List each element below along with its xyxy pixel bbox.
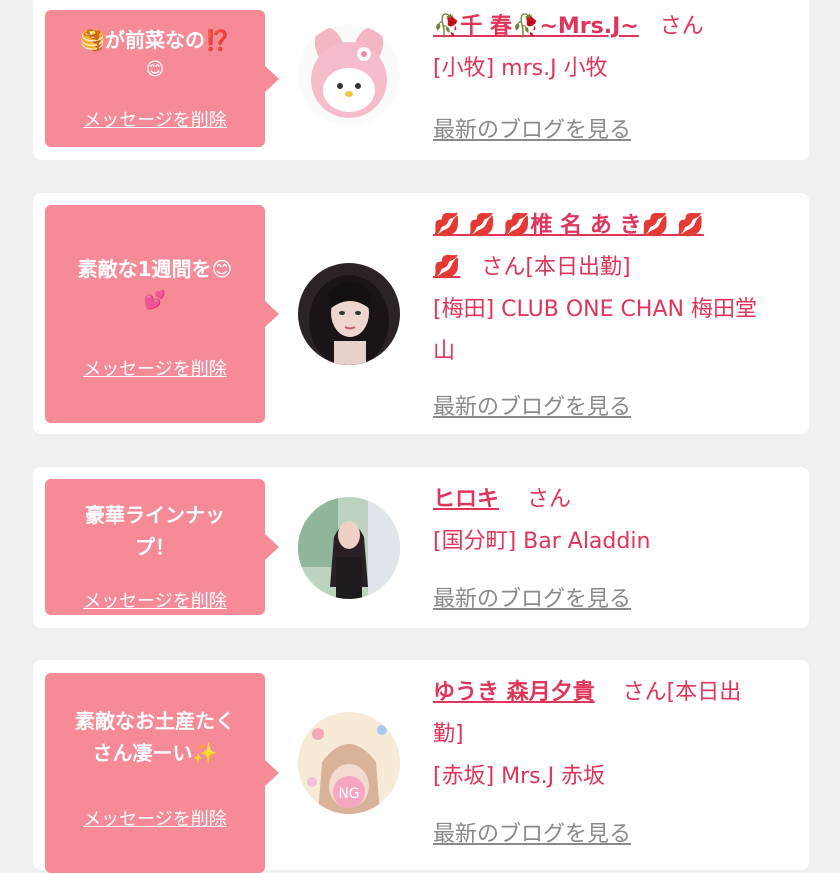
honorific: さん	[527, 487, 572, 512]
shop-text: [国分町] Bar Aladdin	[433, 529, 651, 554]
delete-message-link[interactable]: メッセージを削除	[45, 355, 265, 381]
honorific: さん[本日出勤]	[481, 255, 631, 280]
shop-text: [梅田] CLUB ONE CHAN 梅田堂	[433, 297, 757, 322]
avatar[interactable]	[298, 24, 400, 126]
portrait-avatar-image: NG	[298, 712, 400, 814]
message-card: 素敵なお土産たく さん凄ーい✨ メッセージを削除 NG ゆうき 森月夕貴 さん[…	[33, 660, 809, 873]
message-text: 🥞が前菜なの⁉️	[80, 28, 230, 52]
message-card: 豪華ラインナッ プ！ メッセージを削除 ヒロキ さん [国分町] Bar Ala…	[33, 467, 809, 628]
message-text-continued: プ！	[135, 535, 175, 559]
latest-blog-link[interactable]: 最新のブログを見る	[433, 581, 631, 613]
honorific: さん	[659, 14, 704, 39]
ng-badge: NG	[338, 786, 359, 802]
avatar[interactable]	[298, 263, 400, 365]
sender-info: ヒロキ さん [国分町] Bar Aladdin	[433, 479, 795, 563]
message-bubble: 素敵なお土産たく さん凄ーい✨ メッセージを削除	[45, 673, 279, 873]
latest-blog-link[interactable]: 最新のブログを見る	[433, 389, 631, 421]
plush-avatar-image	[298, 24, 400, 126]
message-card: 素敵な1週間を😊 💕 メッセージを削除 💋 💋 💋椎 名 あ き💋 💋 💋 さん…	[33, 193, 809, 434]
message-text-continued: さん凄ーい✨	[92, 741, 218, 765]
message-card: 🥞が前菜なの⁉️ 😊 メッセージを削除 🥀千 春🥀~Mrs.J~ さん [小牧]	[33, 0, 809, 160]
delete-message-link[interactable]: メッセージを削除	[45, 587, 265, 613]
honorific-continued: 勤]	[433, 722, 464, 747]
sender-name-link[interactable]: 💋 💋 💋椎 名 あ き💋 💋	[433, 213, 704, 238]
sender-name-link-continued[interactable]: 💋	[433, 255, 460, 280]
avatar[interactable]	[298, 497, 400, 599]
shop-text-continued: 山	[433, 339, 456, 364]
message-emoji: 💕	[143, 290, 167, 311]
message-emoji: 😊	[145, 59, 165, 80]
portrait-avatar-image	[298, 497, 400, 599]
latest-blog-link[interactable]: 最新のブログを見る	[433, 816, 631, 848]
delete-message-link[interactable]: メッセージを削除	[45, 106, 265, 132]
honorific: さん[本日出	[622, 680, 742, 705]
sender-name-link[interactable]: 🥀千 春🥀~Mrs.J~	[433, 14, 639, 39]
message-text: 素敵なお土産たく	[75, 709, 235, 733]
message-bubble: 豪華ラインナッ プ！ メッセージを削除	[45, 479, 279, 615]
sender-name-link[interactable]: ヒロキ	[433, 487, 499, 512]
message-text: 素敵な1週間を😊	[77, 257, 233, 281]
avatar[interactable]: NG	[298, 712, 400, 814]
message-text: 豪華ラインナッ	[85, 503, 225, 527]
shop-text: [赤坂] Mrs.J 赤坂	[433, 764, 606, 789]
latest-blog-link[interactable]: 最新のブログを見る	[433, 112, 631, 144]
message-bubble: 🥞が前菜なの⁉️ 😊 メッセージを削除	[45, 10, 279, 147]
sender-info: ゆうき 森月夕貴 さん[本日出 勤] [赤坂] Mrs.J 赤坂	[433, 672, 795, 798]
sender-info: 🥀千 春🥀~Mrs.J~ さん [小牧] mrs.J 小牧	[433, 6, 795, 90]
shop-text: [小牧] mrs.J 小牧	[433, 56, 608, 81]
portrait-avatar-image	[298, 263, 400, 365]
message-bubble: 素敵な1週間を😊 💕 メッセージを削除	[45, 205, 279, 423]
sender-name-link[interactable]: ゆうき 森月夕貴	[433, 680, 595, 705]
delete-message-link[interactable]: メッセージを削除	[45, 805, 265, 831]
sender-info: 💋 💋 💋椎 名 あ き💋 💋 💋 さん[本日出勤] [梅田] CLUB ONE…	[433, 205, 795, 373]
